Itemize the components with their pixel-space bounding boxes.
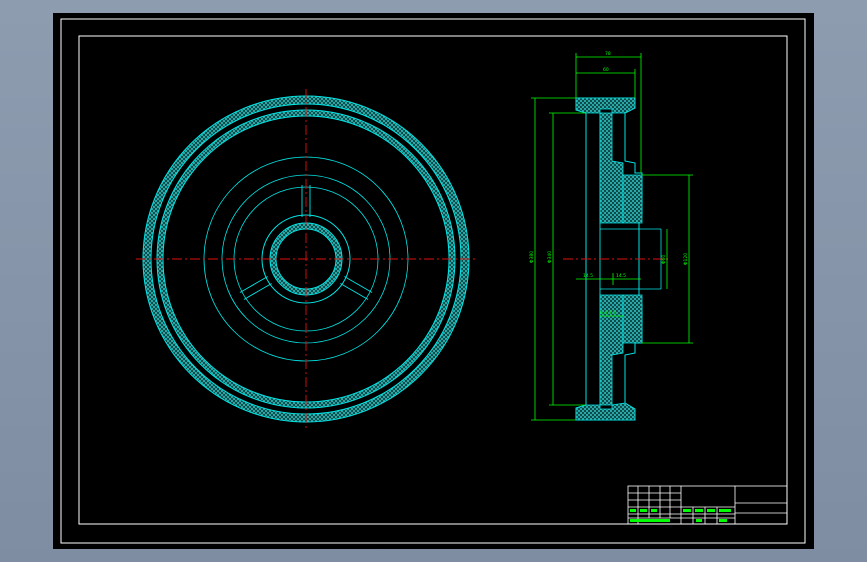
cad-viewport[interactable]: 78 60 Φ380 Φ340 Φ120 Φ60 14.5 14.5 6.4 8… [53, 13, 814, 549]
dim-web-left: 14.5 [583, 273, 593, 279]
bottom-rim-hatch [575, 402, 636, 421]
dim-top-overall: 78 [605, 51, 611, 57]
dim-diameter-rim: Φ340 [547, 251, 553, 263]
inner-frame [78, 35, 788, 525]
title-block[interactable] [627, 485, 788, 525]
dim-diameter-outer: Φ380 [529, 251, 535, 263]
dim-diameter-bore: Φ60 [661, 255, 667, 264]
hub-hatch-upper [622, 174, 643, 224]
dim-small-note: 6.4 8 8 [600, 310, 616, 316]
web-hatch-upper [599, 112, 624, 224]
dim-web-right: 14.5 [616, 273, 626, 279]
outer-frame [60, 18, 806, 544]
front-view[interactable] [136, 89, 476, 429]
top-rim-hatch [575, 97, 636, 114]
hub-hatch-lower [622, 294, 643, 344]
section-view[interactable]: 78 60 Φ380 Φ340 Φ120 Φ60 14.5 14.5 6.4 8… [529, 51, 693, 421]
dim-top-inner: 60 [603, 67, 609, 73]
title-block-text-marks [630, 509, 731, 522]
dim-diameter-hub: Φ120 [683, 253, 689, 265]
